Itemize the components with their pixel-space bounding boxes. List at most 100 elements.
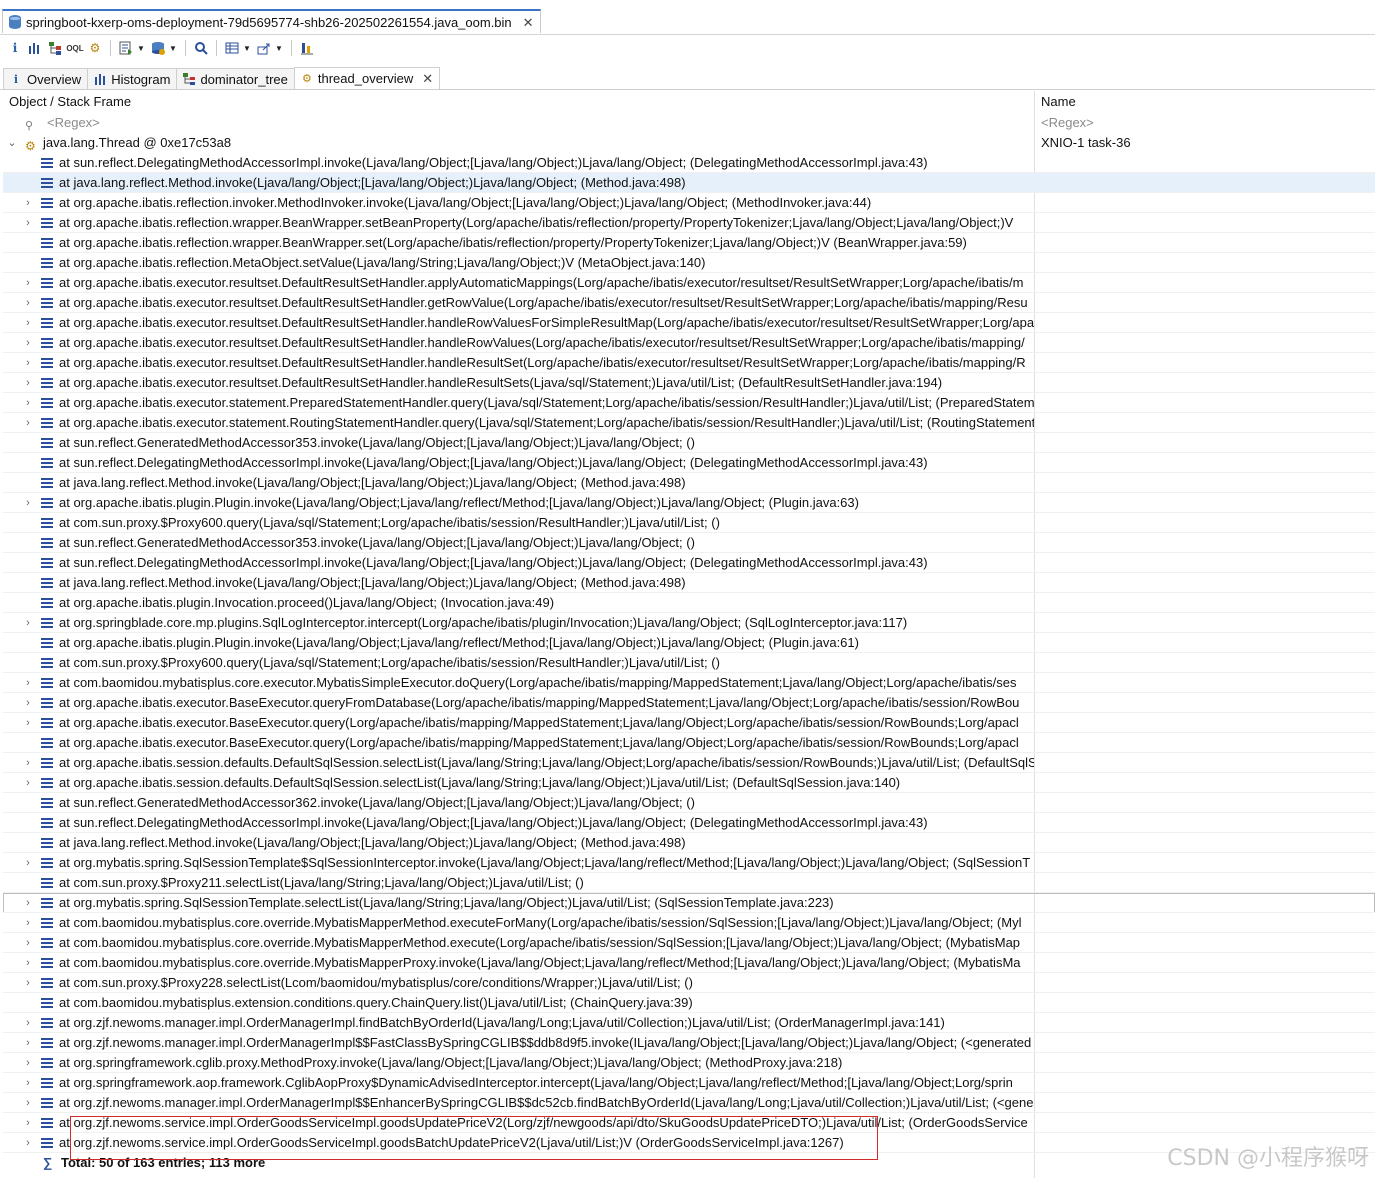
chevron-right-icon[interactable]: › xyxy=(23,953,33,973)
chevron-down-icon[interactable]: ⌄ xyxy=(7,133,17,153)
chevron-right-icon[interactable]: › xyxy=(23,1053,33,1073)
thread-row[interactable]: ⌄ ⚙ java.lang.Thread @ 0xe17c53a8 XNIO-1… xyxy=(3,133,1375,153)
chevron-right-icon[interactable]: › xyxy=(23,893,33,913)
query-browser-icon[interactable] xyxy=(149,39,167,57)
chevron-right-icon[interactable]: › xyxy=(23,1133,33,1153)
stack-frame-row[interactable]: at com.sun.proxy.$Proxy600.query(Ljava/s… xyxy=(3,653,1375,673)
chevron-right-icon[interactable]: › xyxy=(23,1033,33,1053)
tab-dominator-tree[interactable]: dominator_tree xyxy=(176,68,295,89)
chevron-right-icon[interactable]: › xyxy=(23,753,33,773)
chevron-right-icon[interactable]: › xyxy=(23,1013,33,1033)
stack-frame-row[interactable]: › at org.apache.ibatis.plugin.Plugin.invo… xyxy=(3,493,1375,513)
stack-frame-row[interactable]: at org.apache.ibatis.reflection.MetaObje… xyxy=(3,253,1375,273)
stack-frame-row[interactable]: › at org.mybatis.spring.SqlSessionTemplat… xyxy=(3,893,1375,913)
chevron-right-icon[interactable]: › xyxy=(23,933,33,953)
search-icon[interactable] xyxy=(192,39,210,57)
chevron-right-icon[interactable]: › xyxy=(23,493,33,513)
chevron-right-icon[interactable]: › xyxy=(23,973,33,993)
chevron-down-icon[interactable]: ▼ xyxy=(243,39,251,57)
tab-thread-overview[interactable]: ⚙ thread_overview ✕ xyxy=(293,67,441,89)
stack-frame-row[interactable]: › at org.apache.ibatis.session.defaults.D… xyxy=(3,773,1375,793)
stack-frame-row[interactable]: › at com.baomidou.mybatisplus.core.execut… xyxy=(3,673,1375,693)
chevron-right-icon[interactable]: › xyxy=(23,393,33,413)
stack-frame-row[interactable]: › at com.baomidou.mybatisplus.core.overri… xyxy=(3,953,1375,973)
chevron-down-icon[interactable]: ▼ xyxy=(137,39,145,57)
chevron-right-icon[interactable]: › xyxy=(23,413,33,433)
chevron-right-icon[interactable]: › xyxy=(23,193,33,213)
stack-frame-row[interactable]: › at org.apache.ibatis.executor.resultset… xyxy=(3,333,1375,353)
close-icon[interactable]: ✕ xyxy=(422,72,433,85)
tab-histogram[interactable]: Histogram xyxy=(87,68,178,89)
calculate-retained-icon[interactable] xyxy=(298,39,316,57)
chevron-right-icon[interactable]: › xyxy=(23,713,33,733)
stack-frame-row[interactable]: › at org.apache.ibatis.session.defaults.D… xyxy=(3,753,1375,773)
stack-frame-row[interactable]: › at org.zjf.newoms.manager.impl.OrderMan… xyxy=(3,1033,1375,1053)
column-header-object[interactable]: Object / Stack Frame xyxy=(3,91,1034,112)
stack-frame-row[interactable]: › at org.apache.ibatis.executor.statement… xyxy=(3,393,1375,413)
stack-frame-row[interactable]: › at org.apache.ibatis.reflection.wrapper… xyxy=(3,213,1375,233)
stack-frame-row[interactable]: at org.apache.ibatis.plugin.Plugin.invok… xyxy=(3,633,1375,653)
chevron-right-icon[interactable]: › xyxy=(23,353,33,373)
chevron-down-icon[interactable]: ▼ xyxy=(275,39,283,57)
thread-overview-icon[interactable]: ⚙ xyxy=(86,39,104,57)
chevron-right-icon[interactable]: › xyxy=(23,693,33,713)
chevron-right-icon[interactable]: › xyxy=(23,213,33,233)
stack-frame-row[interactable]: › at org.springframework.cglib.proxy.Meth… xyxy=(3,1053,1375,1073)
info-icon[interactable]: i xyxy=(6,39,24,57)
chevron-right-icon[interactable]: › xyxy=(23,913,33,933)
stack-frame-row[interactable]: at com.sun.proxy.$Proxy600.query(Ljava/s… xyxy=(3,513,1375,533)
chevron-right-icon[interactable]: › xyxy=(23,773,33,793)
stack-frame-row[interactable]: at sun.reflect.GeneratedMethodAccessor35… xyxy=(3,433,1375,453)
group-result-icon[interactable] xyxy=(223,39,241,57)
stack-frame-row[interactable]: at com.baomidou.mybatisplus.extension.co… xyxy=(3,993,1375,1013)
stack-frame-row[interactable]: at java.lang.reflect.Method.invoke(Ljava… xyxy=(3,173,1375,193)
chevron-down-icon[interactable]: ▼ xyxy=(169,39,177,57)
chevron-right-icon[interactable]: › xyxy=(23,333,33,353)
stack-frame-row[interactable]: › at org.apache.ibatis.executor.resultset… xyxy=(3,373,1375,393)
export-icon[interactable] xyxy=(255,39,273,57)
oql-icon[interactable]: OQL xyxy=(66,39,84,57)
stack-frame-row[interactable]: at java.lang.reflect.Method.invoke(Ljava… xyxy=(3,473,1375,493)
chevron-right-icon[interactable]: › xyxy=(23,613,33,633)
stack-frame-row[interactable]: at sun.reflect.DelegatingMethodAccessorI… xyxy=(3,153,1375,173)
chevron-right-icon[interactable]: › xyxy=(23,1093,33,1113)
stack-frame-row[interactable]: › at org.mybatis.spring.SqlSessionTemplat… xyxy=(3,853,1375,873)
chevron-right-icon[interactable]: › xyxy=(23,1113,33,1133)
stack-frame-row[interactable]: › at org.apache.ibatis.executor.resultset… xyxy=(3,273,1375,293)
stack-frame-row[interactable]: › at org.apache.ibatis.executor.resultset… xyxy=(3,353,1375,373)
chevron-right-icon[interactable]: › xyxy=(23,273,33,293)
run-report-icon[interactable] xyxy=(117,39,135,57)
stack-frame-row[interactable]: at org.apache.ibatis.plugin.Invocation.p… xyxy=(3,593,1375,613)
stack-frame-row[interactable]: › at com.baomidou.mybatisplus.core.overri… xyxy=(3,933,1375,953)
stack-frame-row[interactable]: at sun.reflect.GeneratedMethodAccessor36… xyxy=(3,793,1375,813)
stack-frame-row[interactable]: at org.apache.ibatis.executor.BaseExecut… xyxy=(3,733,1375,753)
chevron-right-icon[interactable]: › xyxy=(23,1073,33,1093)
histogram-icon[interactable] xyxy=(26,39,44,57)
stack-frame-row[interactable]: at com.sun.proxy.$Proxy211.selectList(Lj… xyxy=(3,873,1375,893)
close-icon[interactable]: ✕ xyxy=(523,16,534,29)
chevron-right-icon[interactable]: › xyxy=(23,853,33,873)
dominator-tree-icon[interactable] xyxy=(46,39,64,57)
stack-frame-row[interactable]: › at org.springblade.core.mp.plugins.SqlL… xyxy=(3,613,1375,633)
stack-frame-row[interactable]: › at org.zjf.newoms.manager.impl.OrderMan… xyxy=(3,1093,1375,1113)
column-header-name[interactable]: Name xyxy=(1035,91,1375,112)
stack-frame-row[interactable]: at sun.reflect.DelegatingMethodAccessorI… xyxy=(3,553,1375,573)
stack-frame-row[interactable]: at sun.reflect.GeneratedMethodAccessor35… xyxy=(3,533,1375,553)
regex-filter-name[interactable]: <Regex> xyxy=(1041,115,1094,130)
stack-frame-row[interactable]: › at org.zjf.newoms.service.impl.OrderGoo… xyxy=(3,1113,1375,1133)
stack-frame-row[interactable]: › at com.sun.proxy.$Proxy228.selectList(L… xyxy=(3,973,1375,993)
stack-frame-row[interactable]: › at org.apache.ibatis.executor.BaseExecu… xyxy=(3,713,1375,733)
chevron-right-icon[interactable]: › xyxy=(23,673,33,693)
stack-frame-row[interactable]: › at org.apache.ibatis.reflection.invoker… xyxy=(3,193,1375,213)
regex-filter-object[interactable]: <Regex> xyxy=(47,113,100,133)
stack-frame-row[interactable]: at java.lang.reflect.Method.invoke(Ljava… xyxy=(3,573,1375,593)
stack-frame-row[interactable]: › at com.baomidou.mybatisplus.core.overri… xyxy=(3,913,1375,933)
stack-frame-row[interactable]: › at org.apache.ibatis.executor.resultset… xyxy=(3,313,1375,333)
stack-frame-row[interactable]: at sun.reflect.DelegatingMethodAccessorI… xyxy=(3,453,1375,473)
chevron-right-icon[interactable]: › xyxy=(23,293,33,313)
stack-frame-row[interactable]: › at org.zjf.newoms.manager.impl.OrderMan… xyxy=(3,1013,1375,1033)
stack-frame-row[interactable]: › at org.apache.ibatis.executor.BaseExecu… xyxy=(3,693,1375,713)
stack-frame-row[interactable]: › at org.apache.ibatis.executor.resultset… xyxy=(3,293,1375,313)
stack-frame-row[interactable]: › at org.springframework.aop.framework.Cg… xyxy=(3,1073,1375,1093)
stack-frame-row[interactable]: at org.apache.ibatis.reflection.wrapper.… xyxy=(3,233,1375,253)
